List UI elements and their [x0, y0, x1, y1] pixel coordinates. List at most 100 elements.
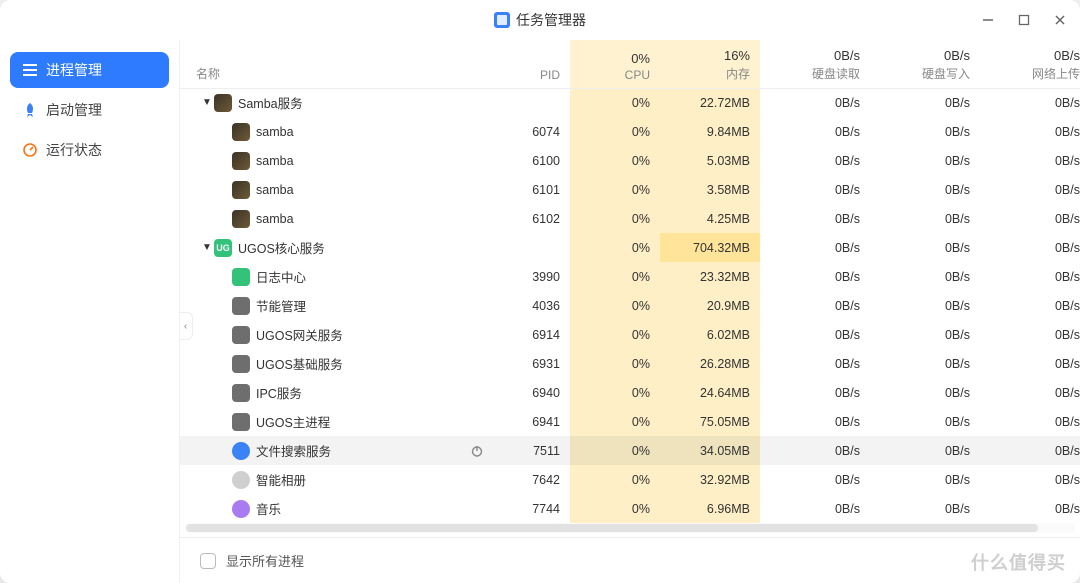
cell-mem: 6.96MB: [660, 494, 760, 523]
col-header-mem[interactable]: 16% 内存: [660, 40, 760, 88]
window-title: 任务管理器: [494, 10, 586, 30]
scrollbar-thumb[interactable]: [186, 524, 1038, 532]
cell-cpu: 0%: [570, 407, 660, 436]
cell-write: 0B/s: [870, 320, 980, 349]
cell-up: 0B/s: [980, 378, 1080, 407]
cell-up: 0B/s: [980, 262, 1080, 291]
process-name: 日志中心: [256, 267, 306, 286]
power-icon: [232, 297, 250, 315]
maximize-button[interactable]: [1014, 10, 1034, 30]
cell-read: 0B/s: [760, 88, 870, 117]
sidebar-item-label: 运行状态: [46, 140, 102, 160]
cell-pid: 6940: [500, 378, 570, 407]
cell-write: 0B/s: [870, 262, 980, 291]
list-icon: [22, 62, 38, 78]
cell-cpu: 0%: [570, 436, 660, 465]
ipc-icon: [232, 384, 250, 402]
cell-up: 0B/s: [980, 465, 1080, 494]
search-icon: [232, 442, 250, 460]
music-icon: [232, 500, 250, 518]
album-icon: [232, 471, 250, 489]
table-row[interactable]: ▼Samba服务0%22.72MB0B/s0B/s0B/s: [180, 88, 1080, 117]
process-name: UGOS基础服务: [256, 354, 343, 373]
cell-pid: [500, 88, 570, 117]
col-header-write[interactable]: 0B/s 硬盘写入: [870, 40, 980, 88]
rocket-icon: [22, 102, 38, 118]
samba-icon: [232, 123, 250, 141]
cell-read: 0B/s: [760, 436, 870, 465]
process-name: UGOS主进程: [256, 412, 330, 431]
cell-up: 0B/s: [980, 88, 1080, 117]
col-header-cpu[interactable]: 0% CPU: [570, 40, 660, 88]
cell-cpu: 0%: [570, 320, 660, 349]
table-row[interactable]: 文件搜索服务75110%34.05MB0B/s0B/s0B/s: [180, 436, 1080, 465]
titlebar: 任务管理器: [0, 0, 1080, 40]
cell-up: 0B/s: [980, 175, 1080, 204]
col-header-name[interactable]: 名称: [180, 40, 500, 88]
read-total: 0B/s: [770, 48, 860, 63]
cell-pid: 6100: [500, 146, 570, 175]
table-row[interactable]: ▼UGUGOS核心服务0%704.32MB0B/s0B/s0B/s: [180, 233, 1080, 262]
cell-mem: 26.28MB: [660, 349, 760, 378]
horizontal-scrollbar[interactable]: [186, 523, 1074, 533]
samba-icon: [232, 181, 250, 199]
footer: 显示所有进程: [180, 537, 1080, 583]
sidebar-item-processes[interactable]: 进程管理: [10, 52, 169, 88]
cell-read: 0B/s: [760, 349, 870, 378]
cell-mem: 6.02MB: [660, 320, 760, 349]
gw-icon: [232, 326, 250, 344]
cell-cpu: 0%: [570, 349, 660, 378]
close-button[interactable]: [1050, 10, 1070, 30]
cell-write: 0B/s: [870, 349, 980, 378]
table-row[interactable]: 日志中心39900%23.32MB0B/s0B/s0B/s: [180, 262, 1080, 291]
sidebar-item-status[interactable]: 运行状态: [10, 132, 169, 168]
cell-read: 0B/s: [760, 320, 870, 349]
cell-read: 0B/s: [760, 291, 870, 320]
cell-mem: 75.05MB: [660, 407, 760, 436]
process-name: samba: [256, 125, 294, 139]
cell-write: 0B/s: [870, 378, 980, 407]
cell-cpu: 0%: [570, 146, 660, 175]
process-name: 音乐: [256, 499, 281, 518]
table-row[interactable]: UGOS基础服务69310%26.28MB0B/s0B/s0B/s: [180, 349, 1080, 378]
power-icon[interactable]: [468, 442, 486, 460]
samba-icon: [232, 152, 250, 170]
process-name: samba: [256, 154, 294, 168]
minimize-button[interactable]: [978, 10, 998, 30]
cell-up: 0B/s: [980, 204, 1080, 233]
cell-pid: 6074: [500, 117, 570, 146]
write-total: 0B/s: [880, 48, 970, 63]
cell-read: 0B/s: [760, 204, 870, 233]
table-row[interactable]: IPC服务69400%24.64MB0B/s0B/s0B/s: [180, 378, 1080, 407]
cell-pid: 6931: [500, 349, 570, 378]
expand-caret-icon[interactable]: ▼: [200, 97, 214, 108]
col-header-read[interactable]: 0B/s 硬盘读取: [760, 40, 870, 88]
process-name: IPC服务: [256, 383, 302, 402]
table-row[interactable]: samba60740%9.84MB0B/s0B/s0B/s: [180, 117, 1080, 146]
cell-pid: 6914: [500, 320, 570, 349]
gauge-icon: [22, 142, 38, 158]
ugos-icon: UG: [214, 239, 232, 257]
table-row[interactable]: UGOS主进程69410%75.05MB0B/s0B/s0B/s: [180, 407, 1080, 436]
col-header-pid[interactable]: PID: [500, 40, 570, 88]
cell-write: 0B/s: [870, 88, 980, 117]
table-row[interactable]: 智能相册76420%32.92MB0B/s0B/s0B/s: [180, 465, 1080, 494]
table-row[interactable]: UGOS网关服务69140%6.02MB0B/s0B/s0B/s: [180, 320, 1080, 349]
sidebar-item-startup[interactable]: 启动管理: [10, 92, 169, 128]
show-all-checkbox[interactable]: [200, 553, 216, 569]
cell-cpu: 0%: [570, 233, 660, 262]
table-row[interactable]: samba61020%4.25MB0B/s0B/s0B/s: [180, 204, 1080, 233]
cell-mem: 20.9MB: [660, 291, 760, 320]
table-row[interactable]: 音乐77440%6.96MB0B/s0B/s0B/s: [180, 494, 1080, 523]
table-row[interactable]: 节能管理40360%20.9MB0B/s0B/s0B/s: [180, 291, 1080, 320]
table-row[interactable]: samba61010%3.58MB0B/s0B/s0B/s: [180, 175, 1080, 204]
cell-mem: 704.32MB: [660, 233, 760, 262]
expand-caret-icon[interactable]: ▼: [200, 242, 214, 253]
cell-cpu: 0%: [570, 378, 660, 407]
process-name: samba: [256, 183, 294, 197]
col-header-up[interactable]: 0B/s 网络上传: [980, 40, 1080, 88]
sidebar-collapse-handle[interactable]: ‹: [180, 312, 193, 340]
table-row[interactable]: samba61000%5.03MB0B/s0B/s0B/s: [180, 146, 1080, 175]
cell-write: 0B/s: [870, 436, 980, 465]
cell-write: 0B/s: [870, 233, 980, 262]
